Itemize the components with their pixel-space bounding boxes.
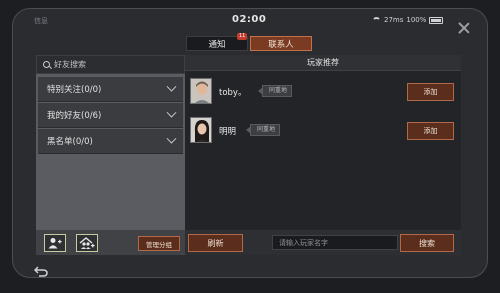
group-blacklist[interactable]: 黑名单(0/0) [38,129,183,154]
group-label: 特别关注(0/0) [47,85,102,95]
notification-badge: 11 [237,33,248,40]
ping-value: 27ms [384,16,404,24]
network-status: 27ms 100% [372,16,444,24]
tab-label: 联系人 [268,39,294,50]
friends-panel: 特别关注(0/0) 我的好友(0/6) 黑名单(0/0) [36,55,185,255]
search-icon [43,61,50,68]
friend-groups: 特别关注(0/0) 我的好友(0/6) 黑名单(0/0) [38,77,183,155]
friend-search-input[interactable] [54,60,174,69]
status-label: 信息 [34,17,48,25]
player-row: 明明 同重地 添加 [188,114,456,148]
chevron-down-icon [166,133,177,144]
add-group-icon [79,236,95,249]
tab-contacts[interactable]: 联系人 [250,36,312,51]
friends-footer: 管理分组 [36,230,185,255]
battery-icon [429,16,444,24]
group-label: 我的好友(0/6) [47,111,102,121]
status-bar: 信息 02:00 27ms 100% [0,10,500,30]
player-name-input[interactable] [272,235,398,250]
search-button[interactable]: 搜索 [400,234,454,252]
recommend-footer: 刷新 搜索 [185,230,461,255]
avatar [190,78,212,104]
player-name: 明明 [219,127,237,137]
back-icon[interactable] [33,262,48,277]
group-label: 黑名单(0/0) [47,137,93,147]
add-button[interactable]: 添加 [407,83,454,101]
tab-notifications[interactable]: 通知 11 [186,33,248,51]
player-row: toby。 同重地 添加 [188,75,456,109]
group-my-friends[interactable]: 我的好友(0/6) [38,103,183,128]
player-name: toby。 [219,88,247,98]
location-tag: 同重地 [257,85,293,97]
group-special-follow[interactable]: 特别关注(0/0) [38,77,183,102]
chevron-down-icon [166,107,177,118]
close-icon[interactable] [456,20,472,36]
manage-groups-button[interactable]: 管理分组 [138,236,180,251]
location-tag: 同重地 [245,124,281,136]
tab-label: 通知 [208,39,226,50]
battery-value: 100% [406,16,427,24]
add-button[interactable]: 添加 [407,122,454,140]
recommend-panel: 玩家推荐 toby。 同重地 添加 明明 同重地 添加 刷新 请输入玩家名字 搜… [185,55,461,255]
add-user-icon [48,238,62,249]
wifi-icon [372,16,381,24]
clock: 02:00 [232,14,267,25]
add-group-button[interactable] [76,234,98,252]
panel-title: 玩家推荐 [185,55,461,71]
avatar [190,117,212,143]
tab-bar: 通知 11 联系人 [186,33,312,51]
add-friend-button[interactable] [44,234,66,252]
refresh-button[interactable]: 刷新 [188,234,243,252]
chevron-down-icon [166,81,177,92]
friend-search-box [36,55,185,74]
